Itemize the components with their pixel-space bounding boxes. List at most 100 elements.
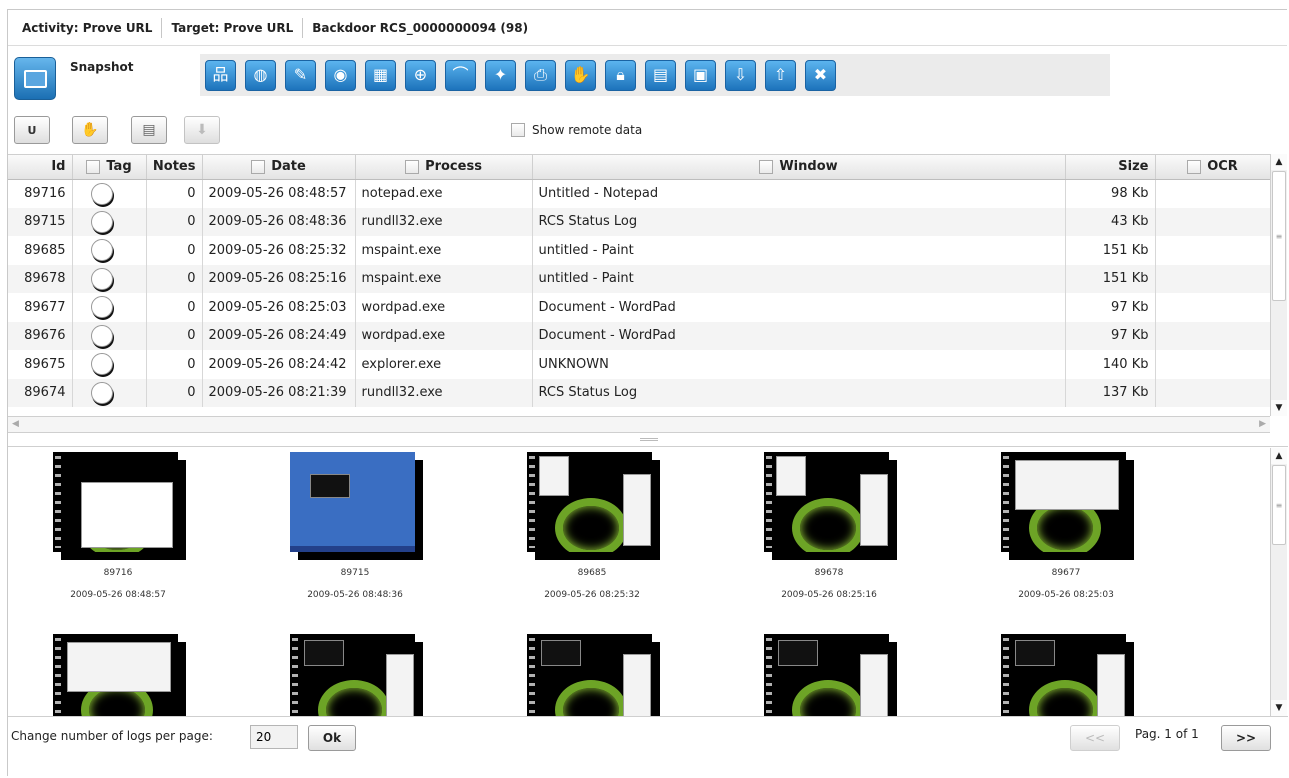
prev-page-button[interactable]: << [1070, 725, 1120, 751]
show-remote-toggle[interactable]: Show remote data [511, 123, 642, 137]
col-window[interactable]: Window [532, 155, 1066, 180]
table-row[interactable]: 89675 0 2009-05-26 08:24:42 explorer.exe UNK… [8, 350, 1270, 379]
tag-circle-icon[interactable] [90, 324, 113, 347]
show-remote-checkbox[interactable] [511, 123, 525, 137]
breadcrumb-backdoor[interactable]: Backdoor RCS_0000000094 (98) [303, 21, 537, 35]
u-button[interactable]: U [14, 116, 50, 144]
thumbnail-item[interactable]: 89678 2009-05-26 08:25:16 [719, 452, 939, 600]
table-row[interactable]: 89685 0 2009-05-26 08:25:32 mspaint.exe unti… [8, 236, 1270, 265]
hand-action-button[interactable]: ✋ [72, 116, 108, 144]
snapshot-thumbnail[interactable] [764, 634, 897, 716]
snapshot-thumbnail[interactable] [1001, 452, 1134, 560]
app-icon[interactable]: ▦ [365, 59, 396, 91]
printer-icon[interactable]: ⎙ [525, 59, 556, 91]
snapshot-thumbnail[interactable] [527, 452, 660, 560]
table-row[interactable]: 89677 0 2009-05-26 08:25:03 wordpad.exe Docu… [8, 293, 1270, 322]
date-select-checkbox[interactable] [251, 159, 266, 174]
thumbnail-item[interactable]: 89715 2009-05-26 08:48:36 [245, 452, 465, 600]
thumbnail-item[interactable]: 89716 2009-05-26 08:48:57 [8, 452, 228, 600]
cell-window: RCS Status Log [532, 378, 1066, 407]
pagination-footer: Change number of logs per page: Ok << Pa… [8, 716, 1288, 756]
settings-document-icon[interactable]: ▣ [685, 59, 716, 91]
tools-icon[interactable]: ✖ [805, 59, 836, 91]
scroll-up-icon[interactable]: ▲ [1271, 448, 1287, 464]
table-row[interactable]: 89676 0 2009-05-26 08:24:49 wordpad.exe Docu… [8, 321, 1270, 350]
notes-action-button[interactable]: ▤ [131, 116, 167, 144]
scroll-right-icon[interactable]: ▶ [1259, 419, 1266, 429]
upload-icon[interactable]: ⇧ [765, 59, 796, 91]
snapshot-thumbnail[interactable] [53, 452, 186, 560]
col-size[interactable]: Size [1065, 155, 1156, 180]
snapshot-thumbnail[interactable] [527, 634, 660, 716]
col-ocr[interactable]: OCR [1155, 155, 1270, 180]
hand-icon[interactable]: ✋ [565, 59, 596, 91]
thumbnail-item[interactable] [245, 634, 465, 716]
globe-icon[interactable]: ◍ [245, 59, 276, 91]
next-page-button[interactable]: >> [1221, 725, 1271, 751]
table-vertical-scrollbar[interactable]: ▲ ≡ ▼ [1270, 154, 1287, 416]
cell-ocr [1155, 207, 1270, 236]
process-select-checkbox[interactable] [405, 159, 420, 174]
table-row[interactable]: 89674 0 2009-05-26 08:21:39 rundll32.exe RCS… [8, 378, 1270, 407]
table-row[interactable]: 89716 0 2009-05-26 08:48:57 notepad.exe Unti… [8, 179, 1270, 208]
col-date-label: Date [271, 159, 306, 175]
cursor-icon[interactable]: ✦ [485, 59, 516, 91]
snapshot-thumbnail[interactable] [290, 452, 423, 560]
tag-select-checkbox[interactable] [86, 159, 101, 174]
cell-size: 151 Kb [1065, 236, 1156, 265]
tag-circle-icon[interactable] [90, 182, 113, 205]
thumbnail-item[interactable] [482, 634, 702, 716]
thumbnail-item[interactable] [8, 634, 228, 716]
download-action-button[interactable]: ⬇ [184, 116, 220, 144]
tag-circle-icon[interactable] [90, 353, 113, 376]
snapshot-thumbnail[interactable] [1001, 634, 1134, 716]
screen-icon [24, 70, 47, 88]
table-horizontal-scrollbar[interactable]: ◀ ▶ [8, 416, 1270, 433]
col-id[interactable]: Id [8, 155, 73, 180]
thumbnail-vertical-scrollbar[interactable]: ▲ ≡ ▼ [1270, 448, 1287, 716]
scroll-down-icon[interactable]: ▼ [1271, 700, 1287, 716]
tag-circle-icon[interactable] [90, 239, 113, 262]
scroll-thumb[interactable]: ≡ [1272, 171, 1286, 301]
thumbnail-date: 2009-05-26 08:25:16 [781, 590, 877, 600]
col-date[interactable]: Date [202, 155, 356, 180]
pane-splitter[interactable] [8, 433, 1288, 447]
document-icon[interactable]: ▤ [645, 59, 676, 91]
breadcrumb-activity[interactable]: Activity: Prove URL [13, 21, 161, 35]
thumbnail-item[interactable] [956, 634, 1176, 716]
col-tag[interactable]: Tag [72, 155, 147, 180]
tag-circle-icon[interactable] [90, 210, 113, 233]
tag-circle-icon[interactable] [90, 296, 113, 319]
download-icon[interactable]: ⇩ [725, 59, 756, 91]
breadcrumb-target[interactable]: Target: Prove URL [162, 21, 302, 35]
cell-ocr [1155, 350, 1270, 379]
network-icon[interactable]: 品 [205, 59, 236, 91]
ok-button[interactable]: Ok [308, 725, 356, 751]
snapshot-thumbnail[interactable] [53, 634, 186, 716]
www-icon[interactable]: ⊕ [405, 59, 436, 91]
lock-icon[interactable]: 🔒︎ [605, 59, 636, 91]
scroll-thumb[interactable]: ≡ [1272, 465, 1286, 545]
col-process[interactable]: Process [355, 155, 533, 180]
wifi-icon[interactable]: ⌒ [445, 59, 476, 91]
tag-circle-icon[interactable] [90, 267, 113, 290]
table-row[interactable]: 89715 0 2009-05-26 08:48:36 rundll32.exe RCS… [8, 207, 1270, 236]
col-notes[interactable]: Notes [146, 155, 203, 180]
scroll-left-icon[interactable]: ◀ [12, 419, 19, 429]
tag-circle-icon[interactable] [90, 381, 113, 404]
scroll-up-icon[interactable]: ▲ [1271, 154, 1287, 170]
thumbnail-item[interactable]: 89677 2009-05-26 08:25:03 [956, 452, 1176, 600]
thumbnail-item[interactable] [719, 634, 939, 716]
cell-date: 2009-05-26 08:25:32 [202, 236, 356, 265]
snapshot-thumbnail[interactable] [290, 634, 423, 716]
pencil-icon[interactable]: ✎ [285, 59, 316, 91]
ocr-select-checkbox[interactable] [1187, 159, 1202, 174]
window-select-checkbox[interactable] [759, 159, 774, 174]
badge-icon[interactable]: ◉ [325, 59, 356, 91]
table-row[interactable]: 89678 0 2009-05-26 08:25:16 mspaint.exe unti… [8, 264, 1270, 293]
snapshot-thumbnail[interactable] [764, 452, 897, 560]
scroll-down-icon[interactable]: ▼ [1271, 400, 1287, 416]
logs-per-page-input[interactable] [250, 725, 298, 749]
thumbnail-item[interactable]: 89685 2009-05-26 08:25:32 [482, 452, 702, 600]
snapshot-module-button[interactable] [14, 57, 56, 100]
